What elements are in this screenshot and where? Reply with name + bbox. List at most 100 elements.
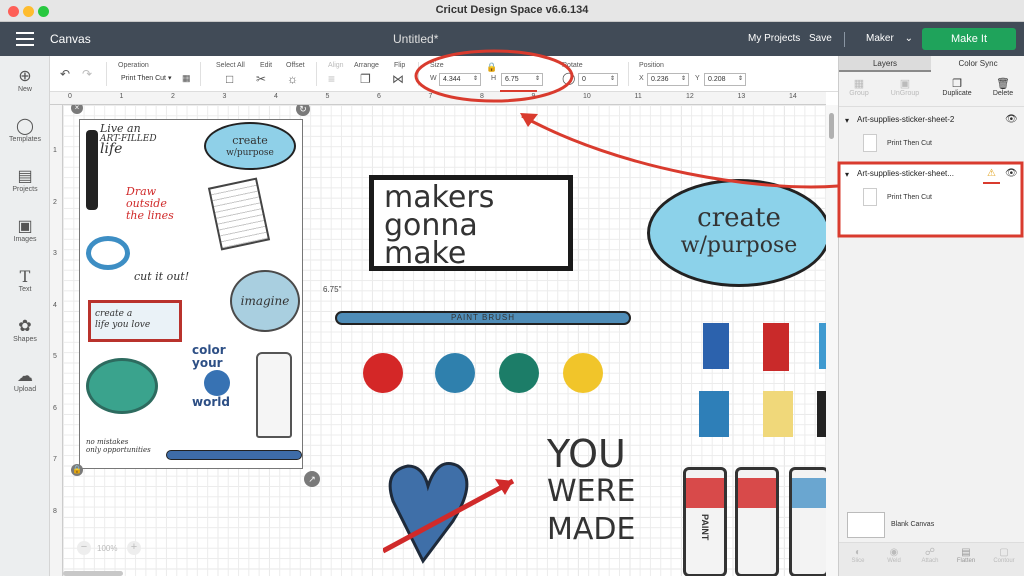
layer-group-1-caret[interactable]: ▾: [845, 116, 849, 125]
paint-swatch[interactable]: [819, 323, 826, 369]
plus-circle-icon: ⊕: [18, 68, 32, 85]
weld-button[interactable]: ◉ Weld: [881, 547, 907, 564]
paint-swatch[interactable]: [763, 391, 793, 437]
lock-icon[interactable]: 🔒: [486, 61, 497, 73]
nav-upload[interactable]: ☁ Upload: [0, 368, 50, 393]
flip-icon[interactable]: ⋈: [392, 73, 404, 85]
paint-dot-yellow[interactable]: [563, 353, 603, 393]
canvas-vertical-scrollbar[interactable]: [826, 105, 838, 576]
sticker-heart-arrow[interactable]: [381, 451, 515, 564]
nav-projects[interactable]: ▤ Projects: [0, 168, 50, 193]
paint-tube[interactable]: [735, 467, 779, 576]
x-position-input[interactable]: 0.236 ⇕: [647, 73, 689, 86]
sticker-text: life: [100, 141, 123, 157]
duplicate-button[interactable]: ❐ Duplicate: [939, 78, 975, 97]
eye-icon[interactable]: 👁: [1005, 168, 1018, 179]
rotate-label: Rotate: [562, 62, 583, 69]
width-input[interactable]: 4.344 ⇕: [439, 73, 481, 86]
resize-handle-icon[interactable]: ↗: [304, 471, 320, 487]
paint-dot-red[interactable]: [363, 353, 403, 393]
offset-icon[interactable]: ☼: [287, 73, 298, 85]
layer-group-2-caret[interactable]: ▾: [845, 170, 849, 179]
paint-tube[interactable]: [789, 467, 826, 576]
arrange-icon[interactable]: ❐: [360, 73, 371, 85]
stepper-icon[interactable]: ⇕: [738, 74, 743, 85]
canvas-horizontal-scrollbar[interactable]: [63, 571, 123, 576]
stepper-icon[interactable]: ⇕: [681, 74, 686, 85]
rotate-icon[interactable]: ◯: [562, 72, 575, 84]
select-all-icon[interactable]: □: [226, 73, 233, 85]
flatten-button[interactable]: ▤ Flatten: [953, 547, 979, 564]
paint-swatch[interactable]: [763, 323, 789, 371]
nav-projects-label: Projects: [12, 186, 38, 193]
warning-icon[interactable]: ⚠: [987, 168, 996, 179]
attach-button[interactable]: ☍ Attach: [917, 547, 943, 564]
eye-icon[interactable]: 👁: [1005, 114, 1018, 125]
document-title[interactable]: Untitled*: [393, 32, 438, 46]
duplicate-icon: ❐: [952, 78, 962, 90]
ruler-top-tick: 6: [377, 93, 381, 100]
sticker-you-were-made[interactable]: YOU WERE MADE: [547, 435, 635, 549]
ruler-top-tick: 13: [737, 93, 746, 100]
ungroup-button[interactable]: ▣ UnGroup: [887, 78, 923, 97]
nav-text[interactable]: T Text: [0, 268, 50, 294]
paint-swatch[interactable]: [703, 323, 729, 369]
redo-icon[interactable]: ↷: [82, 68, 92, 80]
selected-sticker-sheet[interactable]: Live an ART-FILLED life create w/purpose…: [79, 119, 303, 469]
stepper-icon[interactable]: ⇕: [535, 74, 540, 85]
sticker-text: YOU: [547, 432, 626, 476]
slice-button[interactable]: ◐ Slice: [845, 547, 871, 564]
zoom-out-button[interactable]: −: [77, 541, 91, 555]
layer-1-operation: Print Then Cut: [887, 140, 933, 147]
nav-shapes[interactable]: ✿ Shapes: [0, 318, 50, 343]
layer-group-2[interactable]: ▾ Art-supplies-sticker-sheet... ⚠ 👁 Prin…: [839, 162, 1024, 236]
tab-color-sync[interactable]: Color Sync: [931, 56, 1024, 72]
sticker-create-purpose-large[interactable]: create w/purpose: [647, 179, 826, 287]
menu-icon[interactable]: [16, 32, 34, 46]
sticker-create-purpose-small: create w/purpose: [204, 122, 296, 170]
my-projects-button[interactable]: My Projects: [748, 33, 800, 44]
undo-icon[interactable]: ↶: [60, 68, 70, 80]
sticker-makers-gonna-make[interactable]: makers gonna make: [369, 175, 573, 271]
nav-images[interactable]: ▣ Images: [0, 218, 50, 243]
delete-button[interactable]: 🗑 Delete: [985, 78, 1021, 97]
align-icon[interactable]: ≡: [328, 73, 335, 85]
upload-icon: ☁: [17, 368, 33, 385]
y-position-input[interactable]: 0.208 ⇕: [704, 73, 746, 86]
make-it-button[interactable]: Make It: [922, 28, 1016, 50]
paint-dot-green[interactable]: [499, 353, 539, 393]
save-button[interactable]: Save: [809, 33, 832, 44]
height-dimension-label: 6.75": [323, 285, 342, 294]
stepper-icon[interactable]: ⇕: [610, 74, 615, 85]
sticker-text: WERE: [547, 474, 636, 509]
lock-handle-icon[interactable]: 🔒: [71, 464, 83, 476]
blank-canvas-swatch[interactable]: [847, 512, 885, 538]
paint-dot-blue[interactable]: [435, 353, 475, 393]
machine-select[interactable]: Maker ⌄: [866, 33, 913, 44]
scissors-icon[interactable]: ✂: [256, 73, 266, 85]
sticker-paint-brush[interactable]: PAINT BRUSH: [335, 311, 631, 325]
nav-templates[interactable]: ◯ Templates: [0, 118, 50, 143]
contour-button[interactable]: ▢ Contour: [989, 547, 1019, 564]
zoom-in-button[interactable]: +: [127, 541, 141, 555]
rotate-input[interactable]: 0 ⇕: [578, 73, 618, 86]
sticker-text: only opportunities: [86, 446, 151, 454]
sticker-scissors: [86, 236, 130, 270]
height-input[interactable]: 6.75 ⇕: [501, 73, 543, 86]
layer-group-1[interactable]: ▾ Art-supplies-sticker-sheet-2 👁 Print T…: [839, 110, 1024, 158]
paint-swatch[interactable]: [699, 391, 729, 437]
operation-swatch-icon[interactable]: ▦: [182, 72, 191, 84]
chevron-down-icon: ⌄: [904, 33, 913, 44]
design-canvas[interactable]: Live an ART-FILLED life create w/purpose…: [63, 105, 826, 576]
operation-select[interactable]: Print Then Cut ▾: [118, 73, 176, 86]
scrollbar-thumb[interactable]: [829, 113, 834, 139]
tab-layers[interactable]: Layers: [839, 56, 931, 72]
nav-new[interactable]: ⊕ New: [0, 68, 50, 93]
stepper-icon[interactable]: ⇕: [473, 74, 478, 85]
top-ruler: 0 1 2 3 4 5 6 7 8 9 10 11 12 13 14: [50, 92, 826, 105]
delete-handle-icon[interactable]: ×: [71, 105, 83, 114]
paint-tube[interactable]: PAINT: [683, 467, 727, 576]
rotate-handle-icon[interactable]: ↻: [296, 105, 310, 116]
paint-swatch[interactable]: [817, 391, 826, 437]
group-button[interactable]: ▦ Group: [841, 78, 877, 97]
